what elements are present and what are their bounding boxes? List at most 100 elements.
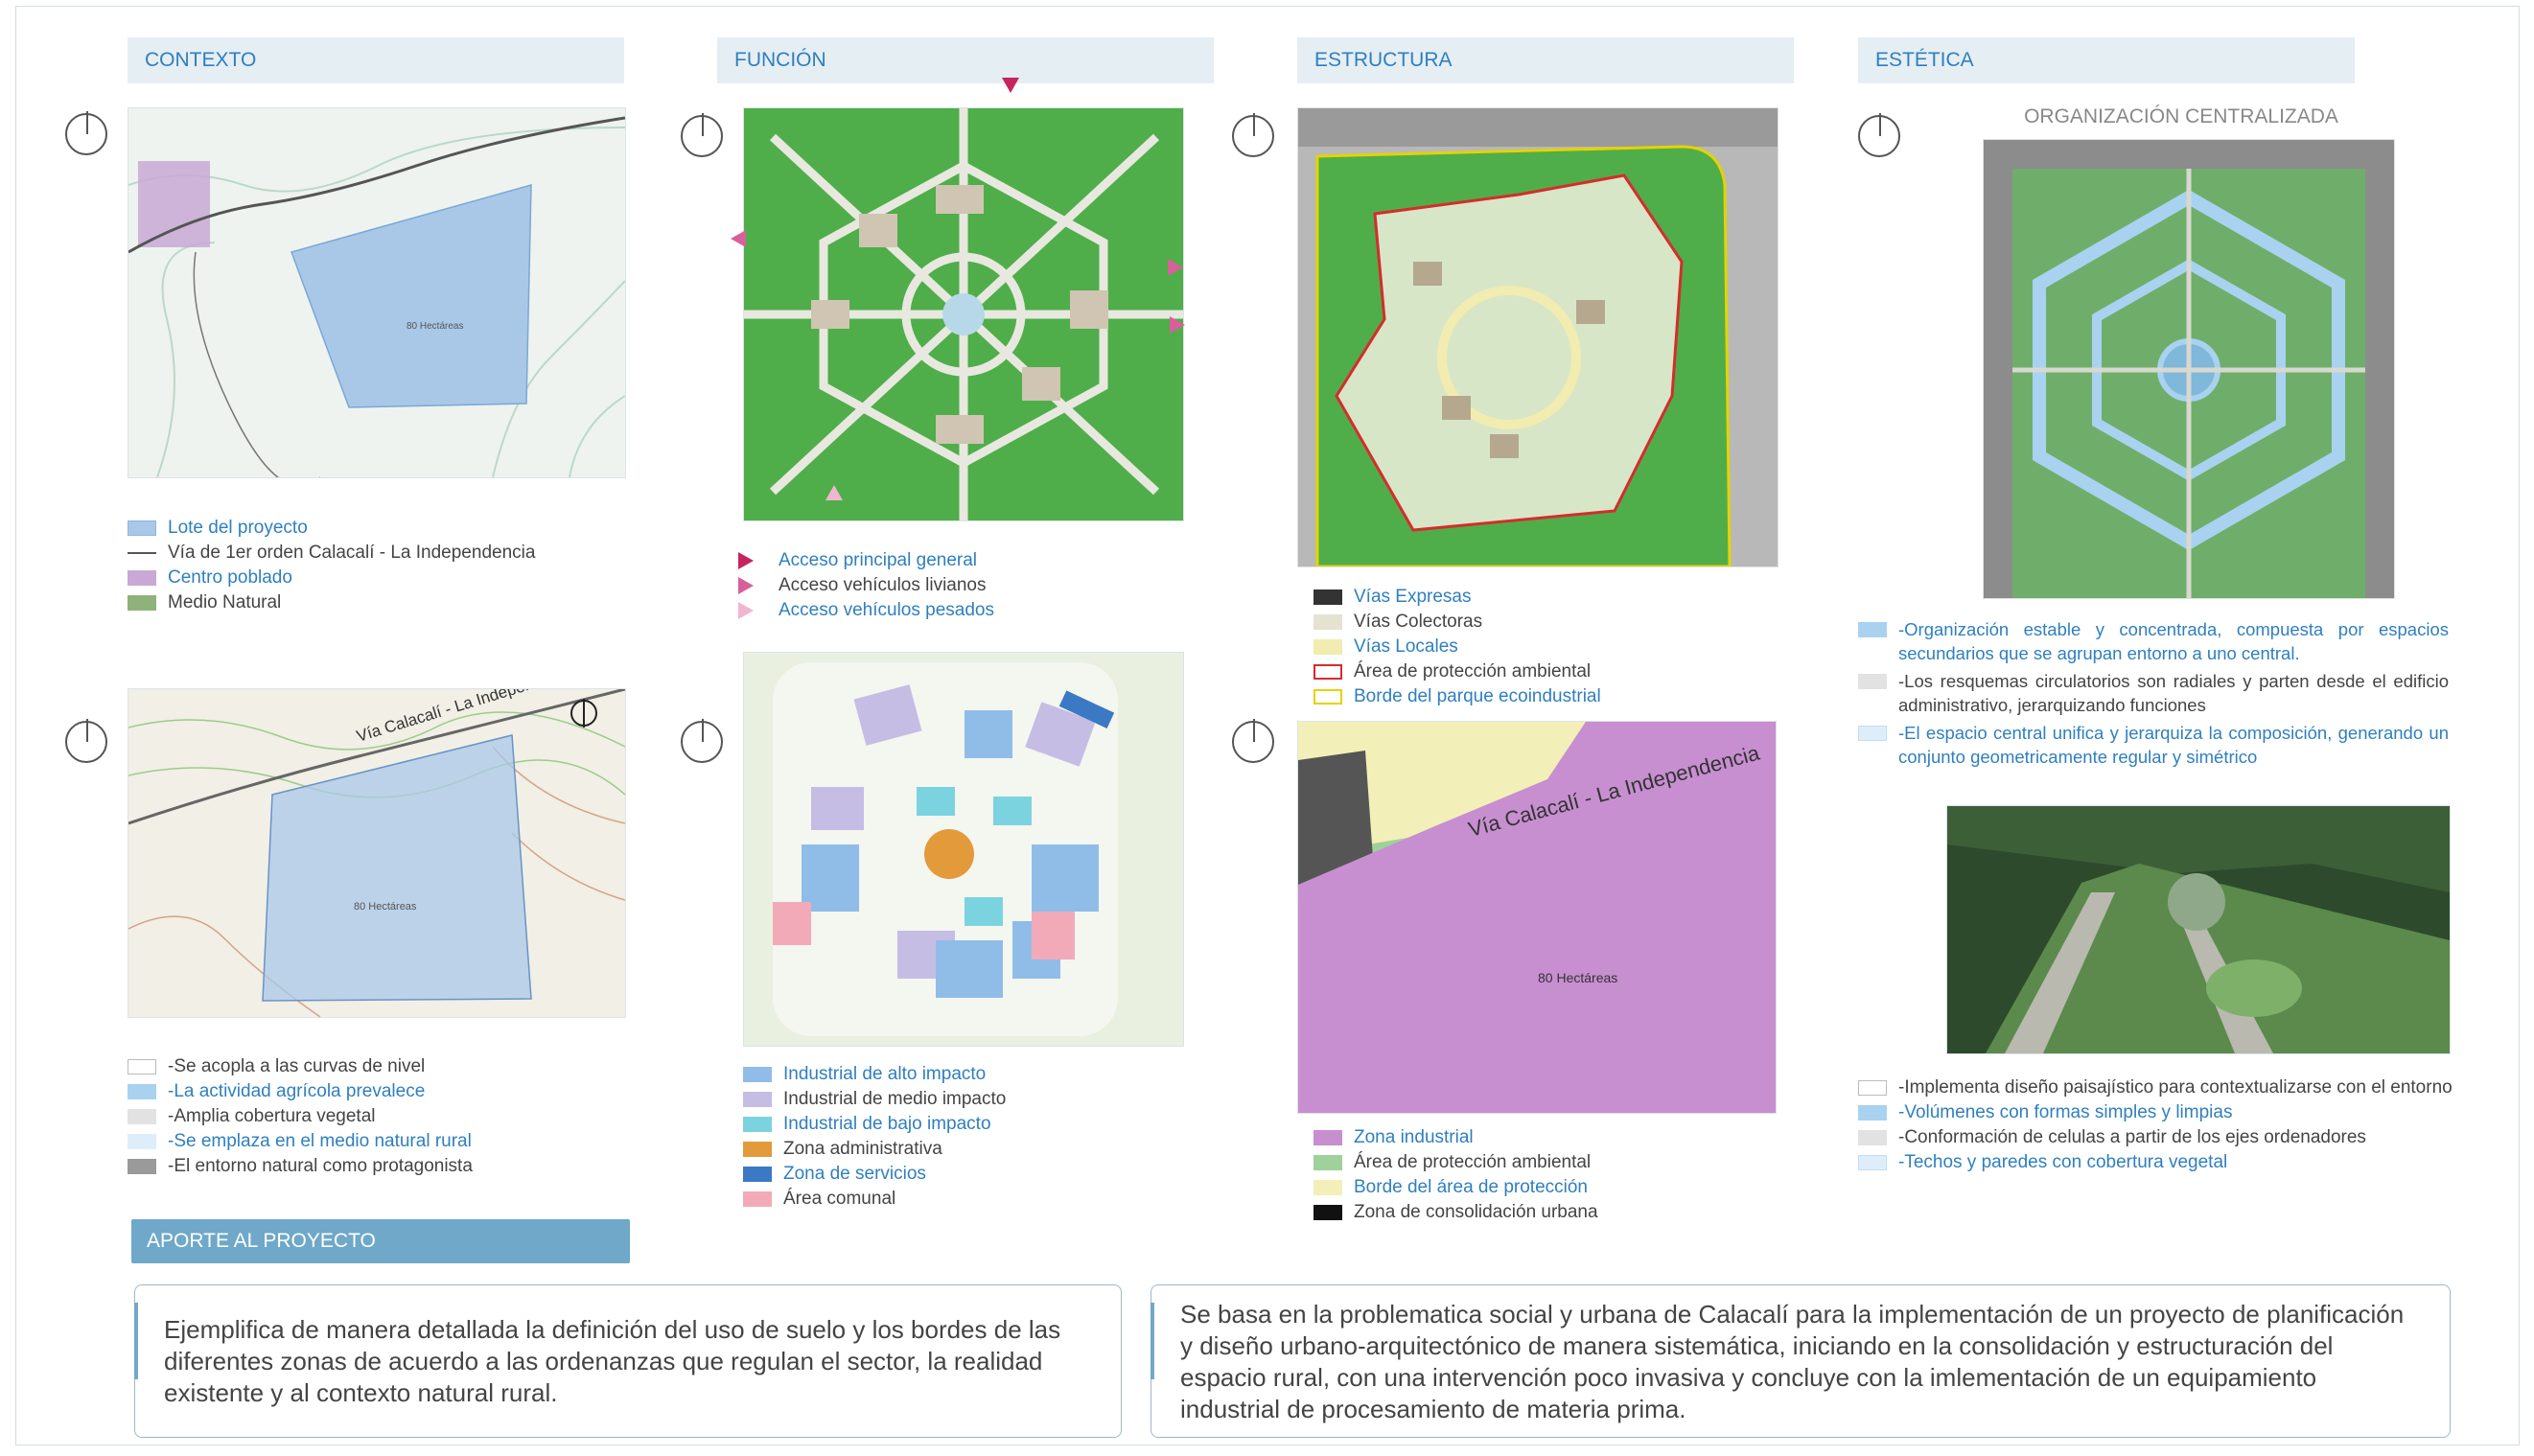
aporte-text-right: Se basa en la problematica social y urba…	[1151, 1284, 2451, 1438]
legend-item-medio: Medio Natural	[128, 590, 535, 615]
centralized-organization-title: ORGANIZACIÓN CENTRALIZADA	[2024, 105, 2338, 127]
legend-item: Zona industrial	[1313, 1125, 1598, 1150]
north-arrow-icon	[681, 719, 723, 763]
legend-swatch	[743, 1117, 772, 1132]
legend-item: Industrial de alto impacto	[743, 1062, 1006, 1087]
legend-item: Vías Colectoras	[1313, 610, 1601, 635]
legend-item: Vías Expresas	[1313, 585, 1601, 610]
access-arrow-icon	[1002, 78, 1019, 93]
centralized-criteria: -Organización estable y concentrada, com…	[1858, 617, 2449, 769]
north-arrow-icon	[65, 111, 107, 155]
legend-item: Acceso vehículos livianos	[738, 573, 994, 598]
context-location-map: 80 Hectáreas	[128, 107, 626, 478]
legend-item: Acceso vehículos pesados	[738, 598, 994, 623]
legend-swatch	[1858, 1155, 1887, 1170]
area-label: 80 Hectáreas	[407, 321, 463, 332]
legend-swatch	[128, 1134, 156, 1149]
north-arrow-icon	[1232, 719, 1274, 763]
legend-item-via: Vía de 1er orden Calacalí - La Independe…	[128, 541, 535, 566]
structure-zoning-legend: Zona industrial Área de protección ambie…	[1313, 1125, 1598, 1225]
access-arrow-icon	[738, 577, 754, 594]
legend-swatch	[743, 1067, 772, 1082]
area-label: 80 Hectáreas	[1538, 970, 1617, 985]
legend-swatch	[1313, 589, 1342, 605]
access-arrow-icon	[738, 552, 754, 569]
legend-item: Área comunal	[743, 1187, 1006, 1212]
north-arrow-icon	[1232, 113, 1274, 157]
criteria-item: -Volúmenes con formas simples y limpias	[1858, 1100, 2453, 1125]
criteria-item: -Implementa diseño paisajístico para con…	[1858, 1075, 2453, 1100]
criteria-item: -Organización estable y concentrada, com…	[1858, 617, 2449, 665]
aerial-3d-render	[1946, 805, 2451, 1054]
legend-swatch	[128, 570, 156, 586]
access-legend: Acceso principal general Acceso vehículo…	[738, 548, 994, 623]
legend-swatch	[1858, 1080, 1887, 1096]
legend-item: Industrial de bajo impacto	[743, 1112, 1006, 1137]
aporte-text-left: Ejemplifica de manera detallada la defin…	[134, 1284, 1122, 1438]
header-funcion: FUNCIÓN	[717, 37, 1214, 83]
centralized-plan-render	[1983, 139, 2395, 599]
function-masterplan-render	[743, 107, 1184, 521]
north-arrow-icon	[681, 113, 723, 157]
header-contexto: CONTEXTO	[128, 37, 624, 83]
legend-item: Área de protección ambiental	[1313, 659, 1601, 684]
criteria-item: -Los resquemas circulatorios son radiale…	[1858, 669, 2449, 717]
legend-swatch	[128, 1109, 156, 1124]
criteria-item: -Techos y paredes con cobertura vegetal	[1858, 1150, 2453, 1175]
legend-swatch	[1858, 726, 1887, 741]
legend-swatch	[1858, 1130, 1887, 1145]
legend-swatch	[1313, 689, 1342, 705]
north-arrow-icon	[65, 719, 107, 763]
criteria-item: -El espacio central unifica y jerarquiza…	[1858, 721, 2449, 769]
context-topography-map: Vía Calacalí - La Independencia 80 Hectá…	[128, 688, 626, 1018]
criteria-item: -Amplia cobertura vegetal	[128, 1104, 473, 1129]
access-arrow-icon	[738, 602, 754, 619]
legend-swatch	[1313, 639, 1342, 655]
criteria-item: -Se acopla a las curvas de nivel	[128, 1054, 473, 1079]
access-arrow-icon	[1168, 259, 1183, 276]
access-arrow-icon	[825, 485, 843, 500]
context-legend: Lote del proyecto Vía de 1er orden Calac…	[128, 516, 535, 615]
roads-legend: Vías Expresas Vías Colectoras Vías Local…	[1313, 585, 1601, 709]
criteria-item: -Se emplaza en el medio natural rural	[128, 1129, 473, 1154]
legend-swatch	[743, 1142, 772, 1157]
header-estructura: ESTRUCTURA	[1297, 37, 1794, 83]
header-estetica: ESTÉTICA	[1858, 37, 2355, 83]
access-arrow-icon	[1170, 316, 1185, 334]
context-criteria: -Se acopla a las curvas de nivel -La act…	[128, 1054, 473, 1179]
legend-item: Área de protección ambiental	[1313, 1150, 1598, 1175]
legend-swatch	[743, 1167, 772, 1182]
north-arrow-icon	[1858, 113, 1900, 157]
legend-swatch	[743, 1191, 772, 1207]
legend-swatch	[1313, 1180, 1342, 1195]
structure-roads-render	[1297, 107, 1778, 567]
legend-swatch	[1313, 1130, 1342, 1145]
legend-swatch	[1858, 622, 1887, 637]
legend-swatch	[128, 520, 156, 536]
legend-swatch	[1313, 614, 1342, 630]
aporte-section-label: APORTE AL PROYECTO	[131, 1219, 630, 1263]
legend-swatch	[1313, 1155, 1342, 1170]
legend-item: Borde del área de protección	[1313, 1175, 1598, 1200]
criteria-item: -El entorno natural como protagonista	[128, 1154, 473, 1179]
legend-item-lote: Lote del proyecto	[128, 516, 535, 541]
legend-swatch	[1313, 1205, 1342, 1220]
legend-item: Zona administrativa	[743, 1137, 1006, 1162]
legend-item-centro: Centro poblado	[128, 566, 535, 590]
legend-item: Acceso principal general	[738, 548, 994, 573]
legend-swatch	[1313, 664, 1342, 680]
legend-item: Vías Locales	[1313, 635, 1601, 659]
legend-swatch	[1858, 1105, 1887, 1121]
legend-swatch	[1858, 674, 1887, 689]
legend-swatch	[128, 1059, 156, 1075]
legend-swatch	[128, 595, 156, 611]
zoning-legend: Industrial de alto impacto Industrial de…	[743, 1062, 1006, 1212]
legend-swatch	[128, 1084, 156, 1099]
structure-zoning-map: Vía Calacalí - La Independencia 80 Hectá…	[1297, 721, 1777, 1114]
legend-item: Zona de servicios	[743, 1162, 1006, 1187]
criteria-item: -La actividad agrícola prevalece	[128, 1079, 473, 1104]
function-zoning-map	[743, 652, 1184, 1047]
legend-item: Borde del parque ecoindustrial	[1313, 684, 1601, 709]
legend-swatch	[128, 552, 156, 554]
legend-swatch	[743, 1092, 772, 1107]
